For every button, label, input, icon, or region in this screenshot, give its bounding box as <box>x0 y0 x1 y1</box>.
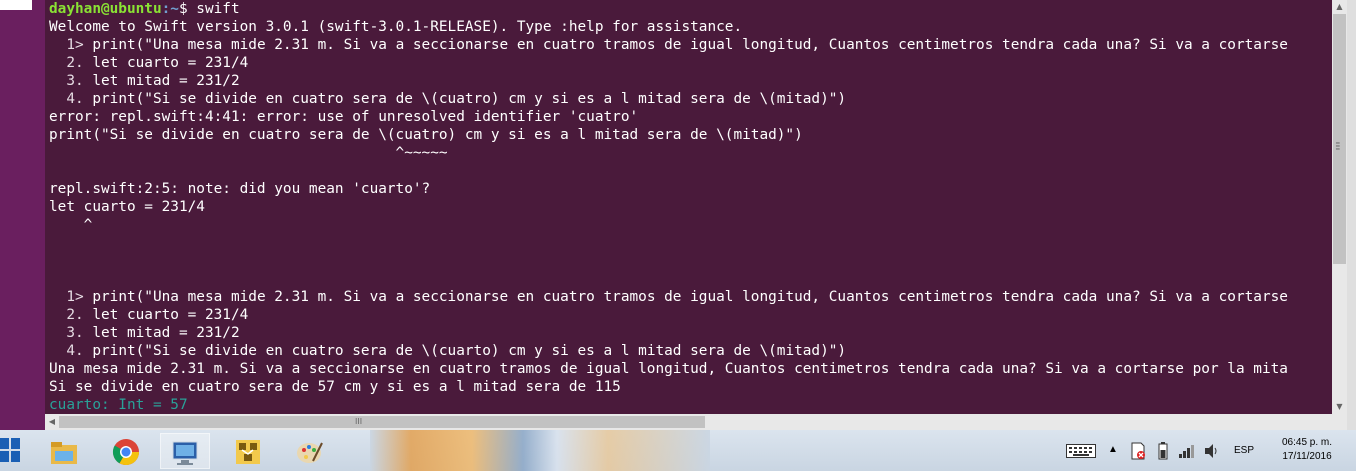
line-text: let cuarto = 231/4 <box>92 55 249 71</box>
network-tool-icon <box>236 440 260 464</box>
line-number: 1> <box>49 289 93 305</box>
line-text: let mitad = 231/2 <box>92 325 240 341</box>
line-text: let mitad = 231/2 <box>92 73 240 89</box>
taskbar: ▲ ESP 06:45 p. m. 17/11/2016 <box>0 430 1356 471</box>
prompt-path: :~ <box>161 1 179 17</box>
terminal-line: 2. let cuarto = 231/4 <box>49 54 1332 72</box>
vertical-scroll-thumb[interactable]: ━ ━ ━ <box>1333 14 1346 264</box>
terminal-line: 3. let mitad = 231/2 <box>49 72 1332 90</box>
prompt-line: dayhan@ubuntu:~$ swift <box>49 0 1332 18</box>
line-number: 2. <box>49 307 93 323</box>
desktop-left-strip <box>0 0 45 430</box>
window-right-edge <box>1347 0 1356 430</box>
line-text: let cuarto = 231/4 <box>92 307 249 323</box>
prompt-command: swift <box>196 1 240 17</box>
line-text: print("Si se divide en cuatro sera de \(… <box>92 91 847 107</box>
windows-logo-icon <box>0 438 9 449</box>
terminal-line: let cuarto = 231/4 <box>49 198 1332 216</box>
line-number: 4. <box>49 343 93 359</box>
line-number: 4. <box>49 91 93 107</box>
terminal-line: print("Si se divide en cuatro sera de \(… <box>49 126 1332 144</box>
terminal-line: error: repl.swift:4:41: error: use of un… <box>49 108 1332 126</box>
show-hidden-icons-icon[interactable]: ▲ <box>1108 444 1118 455</box>
line-text: print("Si se divide en cuatro sera de \(… <box>49 127 803 143</box>
terminal-window[interactable]: dayhan@ubuntu:~$ swift Welcome to Swift v… <box>45 0 1332 414</box>
horizontal-scroll-thumb[interactable]: III <box>59 416 705 428</box>
terminal-line: 3. let mitad = 231/2 <box>49 324 1332 342</box>
terminal-line: 1> print("Una mesa mide 2.31 m. Si va a … <box>49 288 1332 306</box>
terminal-line: 1> print("Una mesa mide 2.31 m. Si va a … <box>49 36 1332 54</box>
terminal-line: ^ <box>49 216 1332 234</box>
clock-time: 06:45 p. m. <box>1281 437 1333 448</box>
terminal-line: repl.swift:2:5: note: did you mean 'cuar… <box>49 180 1332 198</box>
terminal-line: ^~~~~~ <box>49 144 1332 162</box>
keyboard-icon[interactable] <box>1066 444 1096 458</box>
terminal-line: Si se divide en cuatro sera de 57 cm y s… <box>49 378 1332 396</box>
line-number: 3. <box>49 73 93 89</box>
scroll-down-button[interactable]: ▼ <box>1332 400 1347 414</box>
terminal-line: Welcome to Swift version 3.0.1 (swift-3.… <box>49 18 1332 36</box>
line-text: Si se divide en cuatro sera de 57 cm y s… <box>49 379 621 395</box>
prompt-symbol: $ <box>178 1 197 17</box>
line-text: ^~~~~~ <box>49 145 448 161</box>
volume-icon[interactable] <box>1204 443 1220 459</box>
terminal-line: 2. let cuarto = 231/4 <box>49 306 1332 324</box>
wallpaper-peek <box>370 430 710 471</box>
line-text: print("Una mesa mide 2.31 m. Si va a sec… <box>92 37 1288 53</box>
input-language-indicator[interactable]: ESP <box>1234 445 1254 456</box>
terminal-line: 4. print("Si se divide en cuatro sera de… <box>49 90 1332 108</box>
horizontal-scrollbar[interactable]: ◀ III <box>45 414 1347 430</box>
taskbar-app-paint[interactable] <box>286 433 336 469</box>
remote-desktop-icon <box>172 441 198 465</box>
terminal-line: cuarto: Int = 57 <box>49 396 1332 414</box>
taskbar-app-network-tool[interactable] <box>224 433 274 469</box>
prompt-user-host: dayhan@ubuntu <box>49 1 162 17</box>
line-text: print("Una mesa mide 2.31 m. Si va a sec… <box>92 289 1288 305</box>
line-number: 3. <box>49 325 93 341</box>
scroll-left-button[interactable]: ◀ <box>45 414 59 430</box>
battery-icon[interactable] <box>1158 442 1168 460</box>
vertical-scrollbar[interactable]: ▲ ━ ━ ━ ▼ <box>1332 0 1347 414</box>
taskbar-app-remote-desktop[interactable] <box>160 433 210 469</box>
scroll-up-button[interactable]: ▲ <box>1332 0 1347 14</box>
taskbar-app-file-explorer[interactable] <box>40 433 90 469</box>
terminal-line: 4. print("Si se divide en cuatro sera de… <box>49 342 1332 360</box>
file-explorer-icon <box>51 442 77 464</box>
line-number: 1> <box>49 37 93 53</box>
line-text: error: repl.swift:4:41: error: use of un… <box>49 109 639 125</box>
line-text: repl.swift:2:5: note: did you mean 'cuar… <box>49 181 431 197</box>
line-text: print("Si se divide en cuatro sera de \(… <box>92 343 847 359</box>
action-center-alert-icon[interactable] <box>1130 442 1146 460</box>
line-text: let cuarto = 231/4 <box>49 199 205 215</box>
clock-date: 17/11/2016 <box>1282 451 1332 462</box>
terminal-output: dayhan@ubuntu:~$ swift Welcome to Swift v… <box>45 0 1332 414</box>
chrome-icon <box>112 439 140 466</box>
grip-lines-icon: ━ ━ ━ <box>1336 140 1340 153</box>
taskbar-app-chrome[interactable] <box>102 433 152 469</box>
start-button[interactable] <box>0 438 20 464</box>
line-text: Una mesa mide 2.31 m. Si va a seccionars… <box>49 361 1288 377</box>
clock[interactable]: 06:45 p. m. 17/11/2016 <box>1272 436 1342 464</box>
line-number: 2. <box>49 55 93 71</box>
signal-icon[interactable] <box>1178 444 1196 458</box>
line-text: Welcome to Swift version 3.0.1 (swift-3.… <box>49 19 743 35</box>
line-text: cuarto: Int = 57 <box>49 397 188 413</box>
paint-icon <box>297 442 323 463</box>
grip-lines-icon: III <box>355 417 363 426</box>
terminal-line: Una mesa mide 2.31 m. Si va a seccionars… <box>49 360 1332 378</box>
line-text: ^ <box>49 217 93 233</box>
desktop-window-edge <box>0 0 32 10</box>
